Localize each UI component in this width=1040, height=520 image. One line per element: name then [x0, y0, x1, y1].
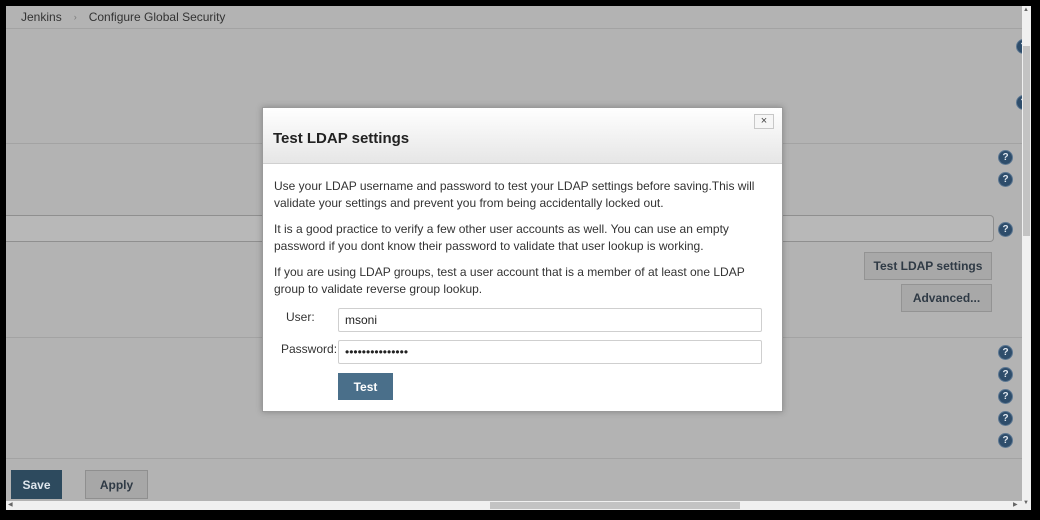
- breadcrumb-configure-global-security[interactable]: Configure Global Security: [89, 10, 226, 24]
- vertical-scrollbar[interactable]: ▲ ▼: [1022, 6, 1031, 510]
- horizontal-scrollbar-thumb[interactable]: [490, 502, 740, 509]
- horizontal-scrollbar[interactable]: ◀ ▶: [6, 501, 1022, 510]
- jenkins-page: Jenkins › Configure Global Security ? ? …: [6, 6, 1031, 510]
- section-divider: [6, 143, 262, 144]
- section-divider: [781, 143, 1022, 144]
- help-icon[interactable]: ?: [999, 223, 1012, 236]
- user-input[interactable]: [338, 308, 762, 332]
- dialog-title: Test LDAP settings: [273, 130, 410, 147]
- test-ldap-dialog: Test LDAP settings × Use your LDAP usern…: [262, 107, 783, 412]
- dialog-paragraph: Use your LDAP username and password to t…: [274, 179, 755, 210]
- save-button[interactable]: Save: [11, 470, 62, 499]
- breadcrumb: Jenkins › Configure Global Security: [6, 6, 1031, 29]
- user-label: User:: [286, 310, 315, 324]
- section-divider: [6, 337, 262, 338]
- password-input[interactable]: [338, 340, 762, 364]
- help-icon[interactable]: ?: [999, 151, 1012, 164]
- vertical-scrollbar-thumb[interactable]: [1023, 46, 1030, 236]
- help-icon[interactable]: ?: [999, 173, 1012, 186]
- help-icon[interactable]: ?: [999, 412, 1012, 425]
- breadcrumb-separator-icon: ›: [73, 12, 77, 22]
- test-button[interactable]: Test: [338, 373, 393, 400]
- scroll-down-arrow-icon[interactable]: ▼: [1023, 500, 1029, 506]
- breadcrumb-jenkins[interactable]: Jenkins: [21, 10, 62, 24]
- scroll-up-arrow-icon[interactable]: ▲: [1023, 7, 1029, 13]
- help-icon[interactable]: ?: [999, 390, 1012, 403]
- close-icon[interactable]: ×: [754, 114, 774, 129]
- help-icon[interactable]: ?: [999, 434, 1012, 447]
- section-divider: [6, 458, 1022, 459]
- scroll-left-arrow-icon[interactable]: ◀: [8, 501, 13, 508]
- dialog-paragraph: If you are using LDAP groups, test a use…: [274, 265, 745, 296]
- dialog-paragraph: It is a good practice to verify a few ot…: [274, 222, 729, 253]
- apply-button[interactable]: Apply: [85, 470, 148, 499]
- test-ldap-settings-button[interactable]: Test LDAP settings: [864, 252, 992, 280]
- dialog-header: Test LDAP settings ×: [263, 108, 782, 164]
- help-icon[interactable]: ?: [999, 346, 1012, 359]
- section-divider: [781, 337, 1022, 338]
- help-icon[interactable]: ?: [999, 368, 1012, 381]
- password-label: Password:: [281, 342, 338, 356]
- scroll-right-arrow-icon[interactable]: ▶: [1013, 501, 1018, 508]
- advanced-button[interactable]: Advanced...: [901, 284, 992, 312]
